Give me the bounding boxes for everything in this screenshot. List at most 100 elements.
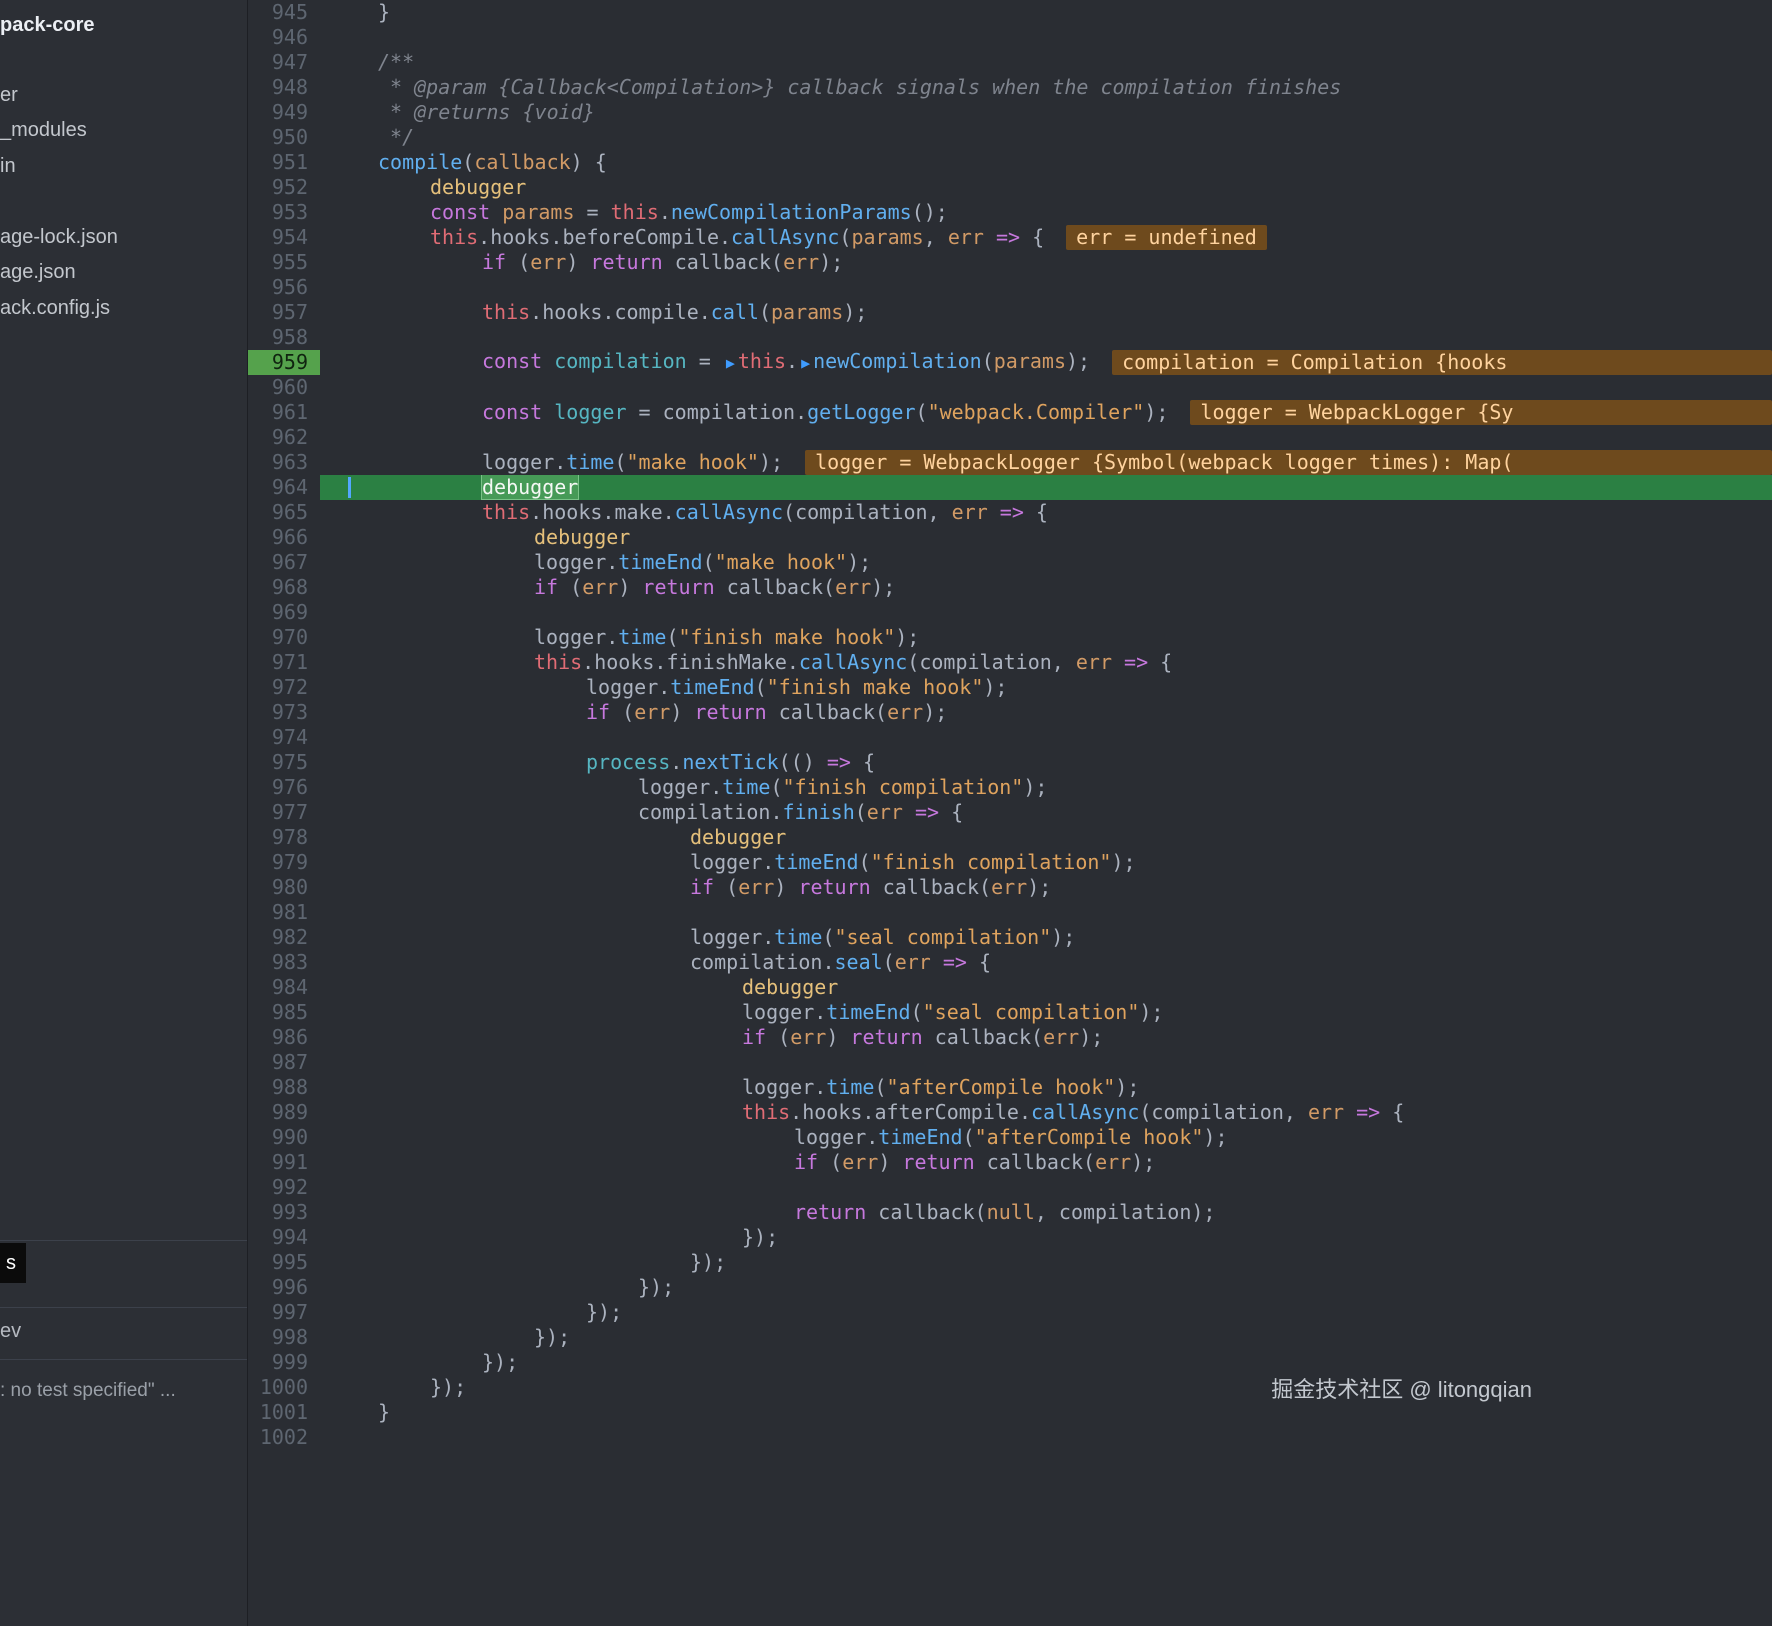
current-debug-line[interactable]: debugger (320, 475, 1772, 500)
code-line-990[interactable]: 990 logger.timeEnd("afterCompile hook"); (248, 1125, 1772, 1150)
line-number[interactable]: 1001 (248, 1400, 320, 1425)
code-line-984[interactable]: 984 debugger (248, 975, 1772, 1000)
code-line-998[interactable]: 998}); (248, 1325, 1772, 1350)
code-content[interactable]: compilation.finish(err => { (320, 800, 1772, 825)
code-line-988[interactable]: 988 logger.time("afterCompile hook"); (248, 1075, 1772, 1100)
code-content[interactable]: if (err) return callback(err); (320, 250, 1772, 275)
code-line-977[interactable]: 977 compilation.finish(err => { (248, 800, 1772, 825)
code-line-976[interactable]: 976 logger.time("finish compilation"); (248, 775, 1772, 800)
code-line-960[interactable]: 960 (248, 375, 1772, 400)
line-number[interactable]: 953 (248, 200, 320, 225)
code-line-994[interactable]: 994}); (248, 1225, 1772, 1250)
code-content[interactable]: compile(callback) { (320, 150, 1772, 175)
code-line-972[interactable]: 972 logger.timeEnd("finish make hook"); (248, 675, 1772, 700)
code-line-959[interactable]: 959 const compilation = ▶ this. ▶ newCompila… (248, 350, 1772, 375)
code-content[interactable]: debugger (320, 825, 1772, 850)
code-content[interactable]: * @returns {void} (320, 100, 1772, 125)
code-content[interactable]: debugger (320, 175, 1772, 200)
line-number[interactable]: 945 (248, 0, 320, 25)
code-line-965[interactable]: 965 this.hooks.make.callAsync(compilation… (248, 500, 1772, 525)
code-content[interactable]: logger.timeEnd("make hook"); (320, 550, 1772, 575)
line-number[interactable]: 977 (248, 800, 320, 825)
code-line-957[interactable]: 957 this.hooks.compile.call(params); (248, 300, 1772, 325)
code-line-946[interactable]: 946 (248, 25, 1772, 50)
code-content[interactable]: }); (320, 1300, 1772, 1325)
code-line-995[interactable]: 995}); (248, 1250, 1772, 1275)
sidebar-item-in[interactable]: in (0, 151, 16, 181)
code-content[interactable]: logger.timeEnd("afterCompile hook"); (320, 1125, 1772, 1150)
code-content[interactable]: /** (320, 50, 1772, 75)
line-number[interactable]: 949 (248, 100, 320, 125)
sidebar-item-ack-config-js[interactable]: ack.config.js (0, 293, 110, 323)
code-line-992[interactable]: 992 (248, 1175, 1772, 1200)
line-number[interactable]: 950 (248, 125, 320, 150)
line-number[interactable]: 956 (248, 275, 320, 300)
code-content[interactable]: const compilation = ▶ this. ▶ newCompilatio… (320, 350, 1772, 375)
line-number[interactable]: 996 (248, 1275, 320, 1300)
code-line-948[interactable]: 948 * @param {Callback<Compilation>} cal… (248, 75, 1772, 100)
code-line-979[interactable]: 979 logger.timeEnd("finish compilation"); (248, 850, 1772, 875)
line-number[interactable]: 946 (248, 25, 320, 50)
line-number[interactable]: 972 (248, 675, 320, 700)
code-line-961[interactable]: 961 const logger = compilation.getLogger(… (248, 400, 1772, 425)
sidebar-panel-tab[interactable]: s (0, 1243, 26, 1283)
code-content[interactable]: }); (320, 1250, 1772, 1275)
line-number[interactable]: 999 (248, 1350, 320, 1375)
line-number[interactable]: 951 (248, 150, 320, 175)
code-line-949[interactable]: 949 * @returns {void} (248, 100, 1772, 125)
code-line-966[interactable]: 966 debugger (248, 525, 1772, 550)
code-content[interactable]: logger.time("seal compilation"); (320, 925, 1772, 950)
line-number[interactable]: 971 (248, 650, 320, 675)
line-number[interactable]: 987 (248, 1050, 320, 1075)
sidebar-item-pack-core[interactable]: pack-core (0, 10, 95, 40)
line-number[interactable]: 965 (248, 500, 320, 525)
line-number-breakpoint[interactable]: 959 (248, 350, 320, 375)
code-content[interactable]: * @param {Callback<Compilation>} callbac… (320, 75, 1772, 100)
code-line-973[interactable]: 973 if (err) return callback(err); (248, 700, 1772, 725)
line-number[interactable]: 967 (248, 550, 320, 575)
code-line-971[interactable]: 971 this.hooks.finishMake.callAsync(compi… (248, 650, 1772, 675)
code-line-954[interactable]: 954 this.hooks.beforeCompile.callAsync(pa… (248, 225, 1772, 250)
code-content[interactable]: logger.timeEnd("seal compilation"); (320, 1000, 1772, 1025)
code-content[interactable] (320, 1050, 1772, 1075)
line-number[interactable]: 998 (248, 1325, 320, 1350)
code-line-991[interactable]: 991 if (err) return callback(err); (248, 1150, 1772, 1175)
code-content[interactable]: }); (320, 1375, 1772, 1400)
code-content[interactable]: }); (320, 1325, 1772, 1350)
code-content[interactable]: this.hooks.compile.call(params); (320, 300, 1772, 325)
code-line-950[interactable]: 950 */ (248, 125, 1772, 150)
code-line-1002[interactable]: 1002 (248, 1425, 1772, 1450)
code-content[interactable]: this.hooks.afterCompile.callAsync(compil… (320, 1100, 1772, 1125)
code-line-981[interactable]: 981 (248, 900, 1772, 925)
code-line-962[interactable]: 962 (248, 425, 1772, 450)
code-content[interactable] (320, 725, 1772, 750)
code-content[interactable] (320, 600, 1772, 625)
line-number[interactable]: 979 (248, 850, 320, 875)
code-content[interactable]: if (err) return callback(err); (320, 1025, 1772, 1050)
line-number[interactable]: 964 (248, 475, 320, 500)
code-content[interactable]: logger.time("finish make hook"); (320, 625, 1772, 650)
code-content[interactable] (320, 375, 1772, 400)
code-line-945[interactable]: 945} (248, 0, 1772, 25)
code-content[interactable] (320, 425, 1772, 450)
code-content[interactable] (320, 275, 1772, 300)
line-number[interactable]: 948 (248, 75, 320, 100)
code-line-947[interactable]: 947 /** (248, 50, 1772, 75)
line-number[interactable]: 994 (248, 1225, 320, 1250)
code-line-964[interactable]: 964 debugger (248, 475, 1772, 500)
code-content[interactable]: logger.time("finish compilation"); (320, 775, 1772, 800)
line-number[interactable]: 984 (248, 975, 320, 1000)
code-line-956[interactable]: 956 (248, 275, 1772, 300)
code-line-996[interactable]: 996}); (248, 1275, 1772, 1300)
line-number[interactable]: 973 (248, 700, 320, 725)
code-content[interactable]: if (err) return callback(err); (320, 575, 1772, 600)
code-line-969[interactable]: 969 (248, 600, 1772, 625)
code-content[interactable]: }); (320, 1350, 1772, 1375)
code-content[interactable]: logger.timeEnd("finish compilation"); (320, 850, 1772, 875)
code-content[interactable]: if (err) return callback(err); (320, 700, 1772, 725)
line-number[interactable]: 991 (248, 1150, 320, 1175)
line-number[interactable]: 952 (248, 175, 320, 200)
line-number[interactable]: 1000 (248, 1375, 320, 1400)
code-content[interactable]: process.nextTick(() => { (320, 750, 1772, 775)
code-content[interactable] (320, 1175, 1772, 1200)
